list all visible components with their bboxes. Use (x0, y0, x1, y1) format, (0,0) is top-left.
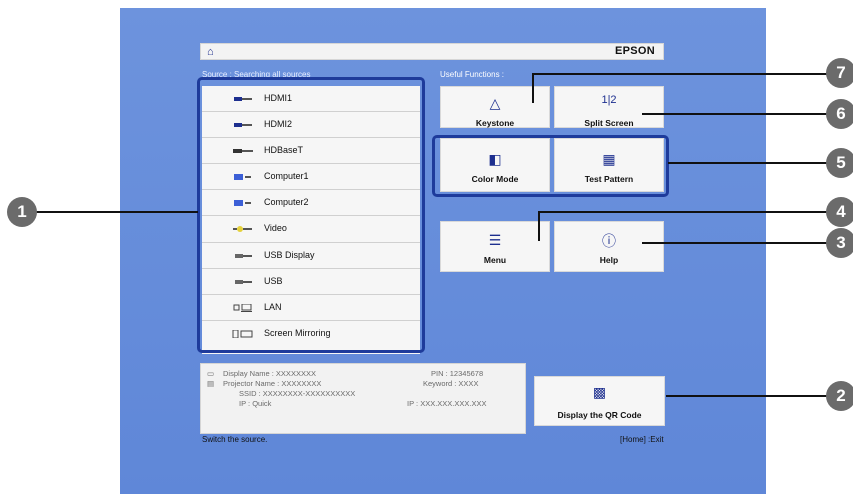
keystone-label: Keystone (475, 118, 515, 128)
callout-leader-2 (666, 395, 836, 397)
callout-leader-5 (668, 162, 836, 164)
callout-leader-4 (540, 211, 836, 213)
useful-functions-header: Useful Functions : (440, 70, 505, 79)
network-info-panel: ▭ Display Name : XXXXXXXX ▤ Projector Na… (200, 363, 526, 434)
help-icon: ⓘ (602, 233, 616, 249)
brand-logo: EPSON (614, 45, 655, 57)
help-button[interactable]: ⓘ Help (554, 221, 664, 272)
highlight-source-list (197, 77, 425, 353)
status-hint: Switch the source. (202, 435, 268, 444)
callout-leader-1 (30, 211, 198, 213)
split-screen-button[interactable]: 1|2 Split Screen (554, 86, 664, 128)
menu-button[interactable]: ☰ Menu (440, 221, 550, 272)
top-bar: ⌂ EPSON (200, 43, 664, 60)
callout-5: 5 (826, 148, 853, 178)
menu-icon: ☰ (488, 232, 502, 248)
qr-code-label: Display the QR Code (557, 410, 642, 420)
callout-4: 4 (826, 197, 853, 227)
callout-leader-7v (532, 73, 534, 103)
projector-name: Projector Name : XXXXXXXX (223, 379, 322, 388)
callout-3: 3 (826, 228, 853, 258)
qr-code-icon: ▩ (592, 384, 607, 400)
callout-leader-7 (534, 73, 836, 75)
callout-1: 1 (7, 197, 37, 227)
ip-quick: IP : Quick (239, 399, 272, 408)
callout-6: 6 (826, 99, 853, 129)
home-icon[interactable]: ⌂ (207, 46, 214, 58)
callout-2: 2 (826, 381, 853, 411)
callout-leader-4v (538, 211, 540, 241)
help-label: Help (599, 255, 619, 265)
callout-leader-6 (642, 113, 836, 115)
keyword: Keyword : XXXX (423, 379, 479, 388)
ip-address: IP : XXX.XXX.XXX.XXX (407, 399, 487, 408)
lan-small-icon: ▤ (207, 379, 215, 388)
ssid: SSID : XXXXXXXX-XXXXXXXXXX (239, 389, 356, 398)
display-qr-code-button[interactable]: ▩ Display the QR Code (534, 376, 665, 426)
split-screen-label: Split Screen (584, 118, 634, 128)
callout-leader-3 (642, 242, 836, 244)
split-screen-icon: 1|2 (601, 94, 617, 106)
menu-label: Menu (483, 255, 507, 265)
pin: PIN : 12345678 (431, 369, 484, 378)
highlight-color-test (432, 135, 669, 197)
tablet-icon: ▭ (207, 369, 215, 378)
callout-7: 7 (826, 58, 853, 88)
status-exit: [Home] :Exit (620, 435, 664, 444)
display-name: Display Name : XXXXXXXX (223, 369, 316, 378)
